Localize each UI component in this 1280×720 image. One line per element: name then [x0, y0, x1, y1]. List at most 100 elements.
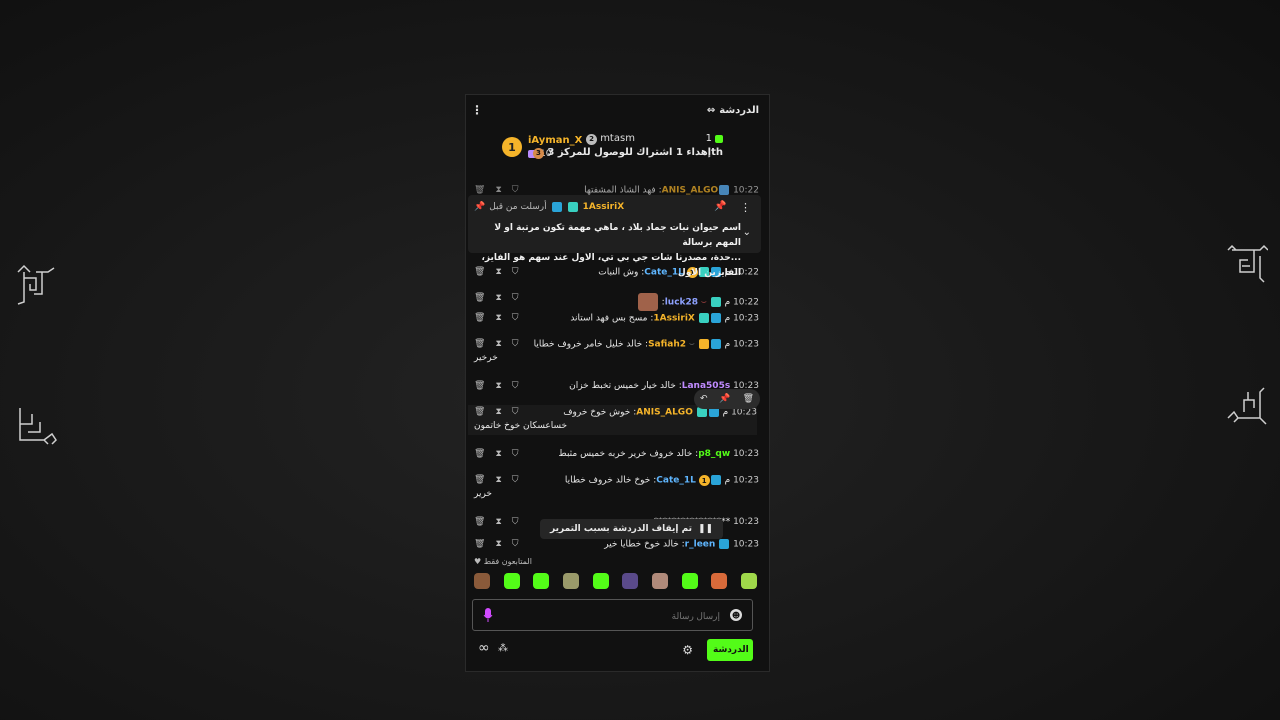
message-time: 10:23 [733, 517, 759, 527]
pinned-text-line: اسم حيوان نبات جماد بلاد ، ماهي مهمة تكو… [494, 223, 741, 248]
emote-button[interactable] [592, 573, 609, 589]
decorative-maze-icon [14, 404, 58, 448]
timeout-icon[interactable]: ⧗ [495, 339, 501, 349]
rank-three-icon: 3 [532, 147, 544, 159]
emote-button[interactable] [711, 573, 728, 589]
chat-message: 🗑 ⧗ ⛉ 10:22 ANIS_ALGO: فهد الشاذ المشفتها [474, 185, 759, 195]
ban-icon[interactable]: ⛉ [512, 185, 519, 195]
timeout-icon[interactable]: ⧗ [495, 185, 501, 195]
heart-icon: ♥ [474, 557, 482, 566]
timeout-icon[interactable]: ⧗ [495, 293, 501, 303]
ban-icon[interactable]: ⛉ [512, 475, 519, 485]
ban-icon[interactable]: ⛉ [512, 539, 519, 549]
delete-icon[interactable]: 🗑 [474, 381, 485, 391]
message-input[interactable] [501, 607, 722, 625]
timeout-icon[interactable]: ⧗ [495, 539, 501, 549]
message-time: 10:22 [733, 185, 759, 196]
community-icon[interactable]: ⁂ [498, 643, 508, 654]
message-text: خالد خليل خامر خروف خطايا [533, 339, 643, 350]
ban-icon[interactable]: ⛉ [512, 381, 519, 391]
delete-icon[interactable]: 🗑 [474, 293, 485, 303]
collapse-chat-icon[interactable]: ⇔ [707, 105, 715, 116]
emote-button[interactable] [562, 573, 579, 589]
emote-button[interactable] [622, 573, 639, 589]
pinned-message[interactable]: 📌 أرسلت من قبل 1AssiriX 📌 ⋮ اسم حيوان نب… [468, 195, 761, 278]
moderator-badge-icon [551, 202, 562, 212]
emote-button[interactable] [533, 573, 550, 589]
message-text: خالد خروف خرير خربه خميس مثبط [558, 449, 693, 459]
message-actions: ↶ 📌 🗑 [694, 389, 760, 409]
send-chat-button[interactable]: الدردشة [707, 639, 753, 661]
delete-message-icon[interactable]: 🗑 [743, 394, 754, 404]
delete-icon[interactable]: 🗑 [474, 185, 485, 195]
message-time: 10:23 [733, 339, 759, 350]
delete-icon[interactable]: 🗑 [474, 475, 485, 485]
timeout-icon[interactable]: ⧗ [495, 407, 501, 417]
unpin-icon[interactable]: 📌 [714, 201, 726, 212]
timeout-icon[interactable]: ⧗ [495, 517, 501, 527]
ban-icon[interactable]: ⛉ [512, 407, 519, 417]
delete-icon[interactable]: 🗑 [474, 407, 485, 417]
ban-icon[interactable]: ⛉ [512, 449, 519, 459]
microphone-icon[interactable] [483, 607, 493, 623]
emote-image [637, 293, 658, 311]
followers-only-text: المتابعون فقط [483, 557, 532, 566]
pin-message-icon[interactable]: 📌 [719, 394, 730, 404]
message-text: خوش خوخ خروف [563, 407, 631, 418]
infinity-icon[interactable]: ∞ [478, 640, 490, 656]
paused-text: تم إيقاف الدردشة بسبب التمرير [550, 524, 693, 534]
message-time: 10:23 [733, 449, 759, 459]
emote-button[interactable] [503, 573, 520, 589]
sub-badge-icon [567, 202, 578, 212]
message-username[interactable]: r_leen [685, 540, 716, 550]
message-username[interactable]: Safiah2 [648, 340, 686, 350]
pinned-username[interactable]: 1AssiriX [583, 202, 625, 212]
timeout-icon[interactable]: ⧗ [495, 381, 501, 391]
message-username[interactable]: 1AssiriX [653, 314, 695, 324]
timeout-icon[interactable]: ⧗ [495, 313, 501, 323]
emote-button[interactable] [740, 573, 757, 589]
delete-icon[interactable]: 🗑 [474, 339, 485, 349]
chat-message-hovered: 🗑 ⧗ ⛉ 10:23 م ANIS_ALGO: خوش خوخ خروف خساع… [468, 405, 757, 435]
chat-panel: الدردشة ⇔ ⋮ 1 iAyman_X 10 2 mtasm 1 thإه… [465, 94, 770, 672]
chat-menu-icon[interactable]: ⋮ [470, 104, 484, 116]
emote-button[interactable] [474, 573, 490, 589]
delete-icon[interactable]: 🗑 [474, 517, 485, 527]
sub-badge-icon [698, 313, 709, 323]
gifter-badge-icon: 1 [698, 475, 710, 486]
message-ampm: م [724, 313, 731, 324]
message-username[interactable]: ANIS_ALGO [636, 408, 693, 418]
timeout-icon[interactable]: ⧗ [495, 475, 501, 485]
moderator-badge-icon [710, 475, 721, 485]
pinned-menu-icon[interactable]: ⋮ [740, 201, 751, 214]
emote-button[interactable] [681, 573, 698, 589]
expand-pinned-icon[interactable]: ⌄ [743, 227, 751, 238]
chat-paused-notice[interactable]: تم إيقاف الدردشة بسبب التمرير ❚❚ [540, 519, 724, 539]
rank-badge: 1 [502, 137, 522, 157]
emote-button[interactable] [651, 573, 668, 589]
emote-bar [474, 573, 757, 589]
leaderboard-third[interactable]: 1 thإهداء 1 اشتراك للوصول للمركز 3 3 [532, 133, 723, 159]
message-username[interactable]: ANIS_ALGO [662, 186, 719, 196]
ordinal-suffix: th [711, 147, 723, 158]
decorative-maze-icon [1224, 382, 1268, 426]
message-username[interactable]: luck28 [665, 298, 698, 308]
message-continuation: خرير [474, 489, 492, 499]
message-username[interactable]: p8_qw [698, 449, 730, 459]
message-continuation: خرخير [474, 353, 498, 363]
message-time: 10:23 [733, 475, 759, 486]
timeout-icon[interactable]: ⧗ [495, 449, 501, 459]
message-text: خالد خيار خميس تخبط خزان [569, 381, 676, 391]
reply-icon[interactable]: ↶ [700, 394, 708, 404]
delete-icon[interactable]: 🗑 [474, 449, 485, 459]
ban-icon[interactable]: ⛉ [512, 313, 519, 323]
pinned-by-label: أرسلت من قبل [489, 202, 547, 212]
delete-icon[interactable]: 🗑 [474, 313, 485, 323]
ban-icon[interactable]: ⛉ [512, 293, 519, 303]
ban-icon[interactable]: ⛉ [512, 517, 519, 527]
delete-icon[interactable]: 🗑 [474, 539, 485, 549]
emoji-icon[interactable]: ☻ [730, 609, 742, 621]
ban-icon[interactable]: ⛉ [512, 339, 519, 349]
message-username[interactable]: Cate_1L [656, 476, 696, 486]
settings-gear-icon[interactable]: ⚙ [682, 643, 693, 657]
